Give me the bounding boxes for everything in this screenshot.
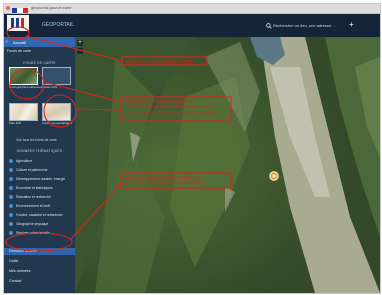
annotation-basemap-access: ACCES AUX FONDS DE CARTE [125,59,194,64]
annotation-line: particulier : PR, limites administrative… [124,180,204,186]
annotation-overlay [5,26,232,252]
annotation-line: : plan IGN pour afficher les types/n° de… [124,109,215,115]
annotation-main-basemaps: FONDS DE CARTE PRINCIPAUX : vue aérienne… [124,99,216,115]
browser-window: geoportail.gouv.fr/carte GÉOPORTAIL Rech… [3,3,381,294]
annotation-advanced-basemaps: Accès aux fonds de carte avancés (en par… [124,175,203,186]
